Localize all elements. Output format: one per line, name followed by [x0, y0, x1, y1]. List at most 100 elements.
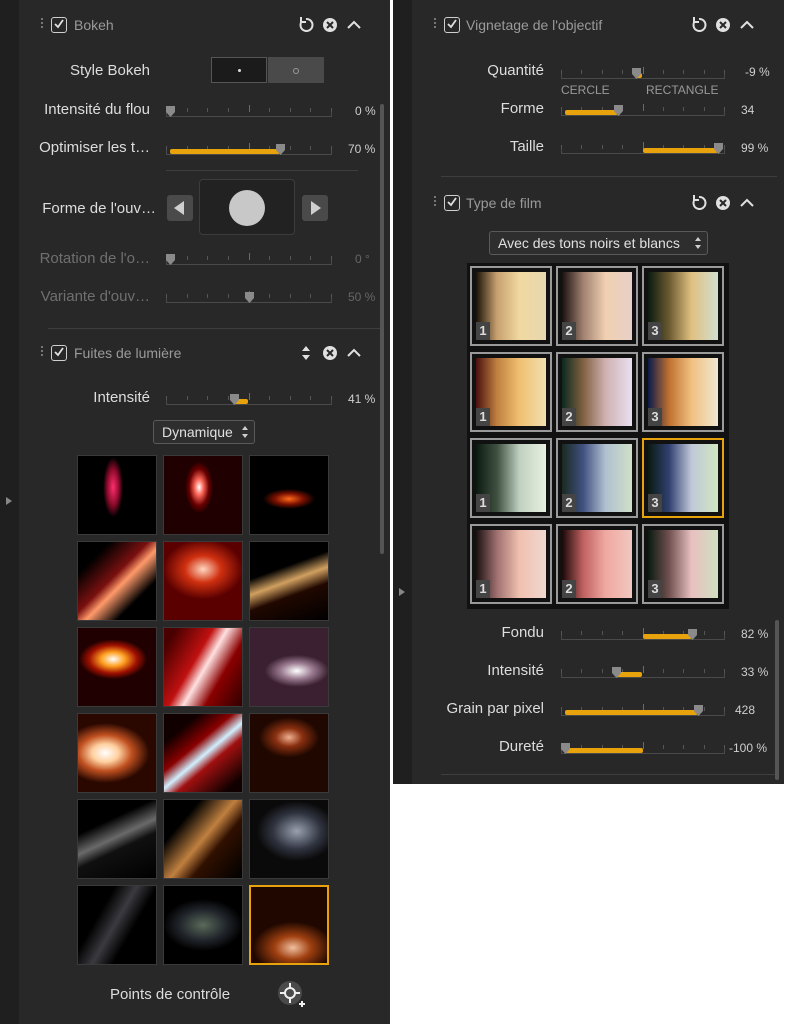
film-thumbnail[interactable]: 2 [556, 524, 638, 604]
light-leak-thumbnail[interactable] [77, 713, 157, 793]
reset-icon[interactable] [297, 16, 315, 34]
light-leak-thumbnail[interactable] [77, 541, 157, 621]
slider-handle[interactable] [244, 292, 254, 303]
randomize-updown-icon[interactable] [297, 344, 315, 362]
forme-min-label: CERCLE [561, 83, 610, 97]
slider-handle[interactable] [230, 394, 240, 405]
bokeh-enable-checkbox[interactable] [51, 17, 67, 33]
collapse-chevron-icon[interactable] [345, 16, 363, 34]
film-thumbnail[interactable]: 3 [642, 438, 724, 518]
drag-handle-icon[interactable] [41, 18, 44, 30]
size-slider[interactable] [561, 138, 725, 154]
bokeh-style-dot[interactable] [211, 57, 267, 83]
grain-slider[interactable] [561, 700, 725, 716]
close-icon[interactable] [321, 344, 339, 362]
film-variant-number: 2 [562, 580, 576, 598]
light-leak-thumbnail[interactable] [249, 885, 329, 965]
film-thumbnail[interactable]: 2 [556, 266, 638, 346]
light-leak-thumbnail[interactable] [77, 627, 157, 707]
film-thumbnail[interactable]: 2 [556, 438, 638, 518]
optimize-slider[interactable] [166, 139, 332, 155]
vignetting-enable-checkbox[interactable] [444, 17, 460, 33]
leak-intensity-slider[interactable] [166, 389, 332, 405]
close-icon[interactable] [714, 194, 732, 212]
slider-tick [187, 256, 188, 260]
drag-handle-icon[interactable] [41, 346, 44, 358]
close-icon[interactable] [714, 16, 732, 34]
light-leak-thumbnail[interactable] [77, 799, 157, 879]
scrollbar[interactable] [380, 104, 384, 554]
fade-slider[interactable] [561, 624, 725, 640]
leak-mode-select[interactable]: Dynamique [153, 420, 255, 444]
right-collapse-strip[interactable] [393, 0, 412, 784]
slider-tick [581, 631, 582, 635]
film-thumbnail[interactable]: 2 [556, 352, 638, 432]
left-collapse-strip[interactable] [0, 0, 19, 1024]
light-leak-thumbnail[interactable] [77, 455, 157, 535]
light-leak-thumbnail[interactable] [249, 541, 329, 621]
film-thumbnail[interactable]: 3 [642, 266, 724, 346]
expand-arrow-icon[interactable] [399, 588, 405, 596]
aperture-rotation-label: Rotation de l'o… [39, 250, 150, 267]
slider-handle[interactable] [275, 144, 285, 155]
collapse-chevron-icon[interactable] [738, 16, 756, 34]
light-leak-thumbnail[interactable] [163, 885, 243, 965]
slider-tick [683, 745, 684, 749]
slider-handle[interactable] [631, 68, 641, 79]
expand-arrow-icon[interactable] [6, 497, 12, 505]
light-leak-thumbnail[interactable] [163, 541, 243, 621]
light-leak-thumbnail[interactable] [77, 885, 157, 965]
light-leak-thumbnail[interactable] [163, 627, 243, 707]
collapse-chevron-icon[interactable] [738, 194, 756, 212]
slider-handle[interactable] [714, 143, 724, 154]
aperture-next-button[interactable] [302, 195, 328, 221]
hardness-slider[interactable] [561, 738, 725, 754]
light-leak-thumbnail[interactable] [249, 713, 329, 793]
slider-fill [565, 110, 618, 115]
drag-handle-icon[interactable] [434, 18, 437, 30]
light-leak-thumbnail[interactable] [249, 627, 329, 707]
slider-handle[interactable] [561, 743, 570, 754]
film-preset-select[interactable]: Avec des tons noirs et blancs [489, 231, 708, 255]
film-intensity-slider[interactable] [561, 662, 725, 678]
light-leak-thumbnail[interactable] [249, 455, 329, 535]
film-thumbnail[interactable]: 1 [470, 524, 552, 604]
slider-handle[interactable] [166, 106, 175, 117]
film-thumbnail[interactable]: 1 [470, 266, 552, 346]
reset-icon[interactable] [690, 194, 708, 212]
light-leak-thumbnail[interactable] [249, 799, 329, 879]
shape-slider[interactable] [561, 100, 725, 116]
slider-track [166, 400, 332, 405]
slider-handle[interactable] [612, 667, 622, 678]
film-thumbnail[interactable]: 3 [642, 352, 724, 432]
light-leaks-enable-checkbox[interactable] [51, 345, 67, 361]
film-thumbnail[interactable]: 1 [470, 352, 552, 432]
reset-icon[interactable] [690, 16, 708, 34]
scrollbar[interactable] [775, 620, 779, 780]
film-type-enable-checkbox[interactable] [444, 195, 460, 211]
slider-tick [683, 70, 684, 74]
slider-handle[interactable] [694, 705, 704, 716]
light-leak-thumbnail[interactable] [163, 713, 243, 793]
collapse-chevron-icon[interactable] [345, 344, 363, 362]
grain-label: Grain par pixel [446, 700, 544, 717]
slider-handle[interactable] [688, 629, 698, 640]
amount-slider[interactable] [561, 63, 725, 79]
slider-tick [207, 108, 208, 112]
bokeh-style-ring[interactable] [268, 57, 324, 83]
drag-handle-icon[interactable] [434, 196, 437, 208]
forme-max-label: RECTANGLE [646, 83, 719, 97]
slider-handle[interactable] [613, 105, 623, 116]
aperture-variant-slider [166, 287, 332, 303]
close-icon[interactable] [321, 16, 339, 34]
aperture-prev-button[interactable] [167, 195, 193, 221]
slider-handle[interactable] [166, 254, 175, 265]
blur-intensity-slider[interactable] [166, 101, 332, 117]
light-leak-thumbnail[interactable] [163, 455, 243, 535]
film-thumbnail[interactable]: 1 [470, 438, 552, 518]
control-point-add-icon[interactable] [277, 980, 307, 1010]
film-thumbnail[interactable]: 3 [642, 524, 724, 604]
divider [441, 176, 777, 177]
light-leak-thumbnail[interactable] [163, 799, 243, 879]
slider-tick [561, 107, 562, 111]
